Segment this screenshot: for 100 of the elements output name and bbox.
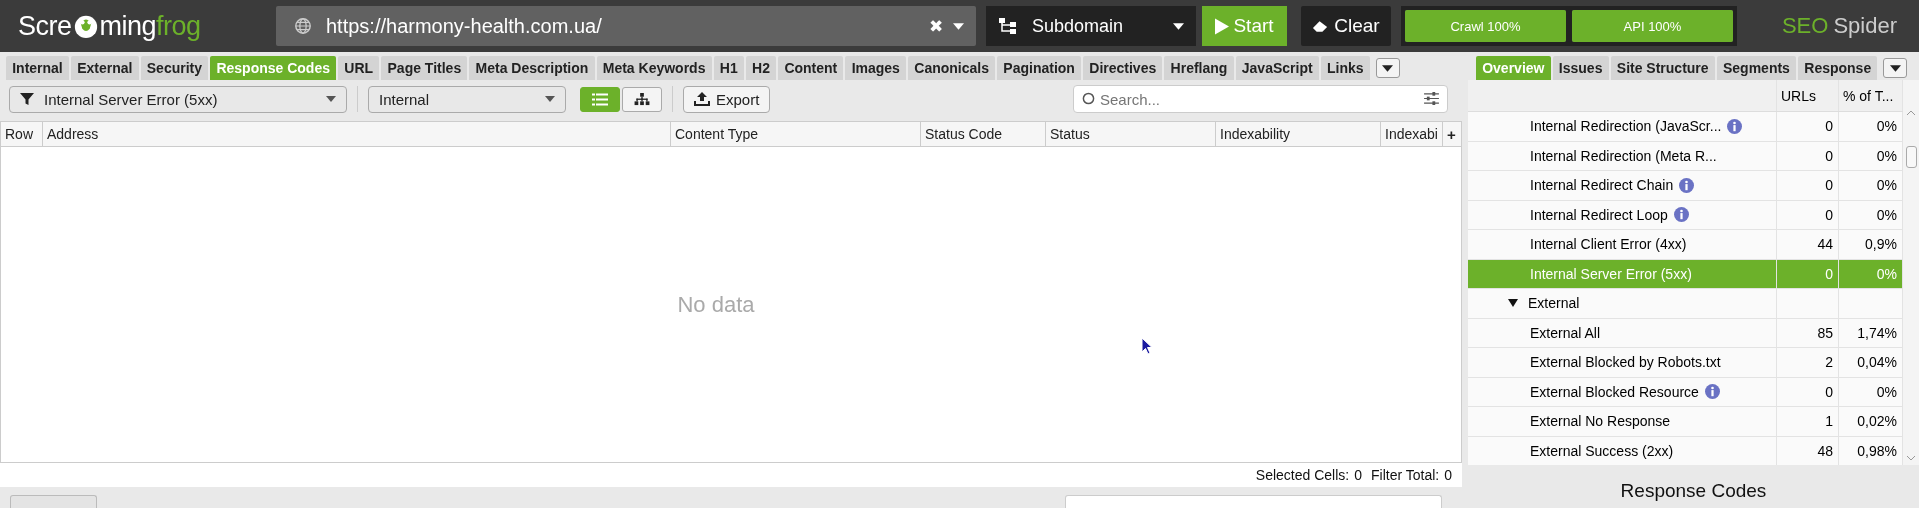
scroll-up-icon[interactable] xyxy=(1906,110,1916,116)
tab[interactable]: Pagination xyxy=(997,56,1082,80)
brand-text: Spider xyxy=(1833,13,1897,39)
progress-bar: API 100% xyxy=(1572,10,1733,42)
panel-title: Response Codes xyxy=(1619,478,1768,503)
mode-dropdown[interactable]: Subdomain xyxy=(986,6,1196,46)
tab[interactable]: Segments xyxy=(1716,56,1797,80)
row-label: External Blocked by Robots.txt xyxy=(1530,354,1721,371)
clear-button[interactable]: Clear xyxy=(1301,6,1391,46)
tab[interactable]: Content xyxy=(778,56,844,80)
tab[interactable]: Site Structure xyxy=(1610,56,1715,80)
column-header[interactable]: Status Code xyxy=(921,122,1046,146)
column-header[interactable]: Status xyxy=(1046,122,1216,146)
overview-row[interactable]: External No Response 1 0,02% xyxy=(1468,407,1903,437)
row-label: Internal Redirection (Meta R... xyxy=(1530,147,1717,164)
row-label: Internal Server Error (5xx) xyxy=(1530,265,1692,282)
table-cell: 0 xyxy=(1777,200,1839,229)
tab[interactable]: Issues xyxy=(1552,56,1609,80)
tab[interactable]: H2 xyxy=(745,56,777,80)
row-label: External No Response xyxy=(1530,413,1671,430)
tab[interactable]: Images xyxy=(845,56,907,80)
table-cell: 0 xyxy=(1777,377,1839,406)
caret-icon xyxy=(545,96,555,102)
tab[interactable]: URL xyxy=(338,56,380,80)
frog-logo-icon xyxy=(72,13,99,39)
overview-row[interactable]: Internal Redirection (Meta R... 0 0% xyxy=(1468,141,1903,171)
column-header[interactable]: Address xyxy=(43,122,671,146)
logo-text: ming xyxy=(99,10,157,42)
table-cell: 44 xyxy=(1777,230,1839,259)
sliders-icon[interactable] xyxy=(1424,92,1439,105)
more-tabs-button[interactable] xyxy=(1375,58,1400,78)
tab[interactable]: Meta Keywords xyxy=(596,56,712,80)
logo-text: Scre xyxy=(18,10,72,42)
filter-icon xyxy=(20,92,34,106)
overview-row[interactable]: External Blocked by Robots.txt 2 0,04% xyxy=(1468,348,1903,378)
column-header[interactable]: Content Type xyxy=(671,122,921,146)
url-field[interactable]: https://harmony-health.com.ua/ ✖ xyxy=(276,6,976,46)
status-value: 0 xyxy=(1444,467,1452,483)
info-icon[interactable] xyxy=(1679,177,1695,193)
tab[interactable]: External xyxy=(70,56,139,80)
tab[interactable]: Hreflang xyxy=(1164,56,1234,80)
tab[interactable]: Security xyxy=(140,56,209,80)
tab[interactable]: Directives xyxy=(1083,56,1163,80)
filter-dropdown[interactable]: Internal Server Error (5xx) xyxy=(9,85,347,113)
tab[interactable]: Canonicals xyxy=(908,56,996,80)
overview-row[interactable]: Internal Redirection (JavaScr... 0 0% xyxy=(1468,112,1903,142)
tree-view-button[interactable] xyxy=(622,86,662,112)
more-tabs-button[interactable] xyxy=(1883,58,1908,78)
overview-row[interactable]: Internal Redirect Chain 0 0% xyxy=(1468,171,1903,201)
column-header[interactable]: URLs xyxy=(1777,80,1839,111)
play-icon xyxy=(1215,17,1230,35)
tab[interactable]: JavaScript xyxy=(1235,56,1319,80)
export-button[interactable]: Export xyxy=(683,85,771,113)
scrollbar-thumb[interactable] xyxy=(1905,146,1917,168)
tab[interactable]: Links xyxy=(1320,56,1370,80)
overview-row[interactable]: External Blocked Resource 0 0% xyxy=(1468,377,1903,407)
scroll-down-icon[interactable] xyxy=(1906,455,1916,461)
scrollbar[interactable] xyxy=(1903,80,1919,465)
tab[interactable]: Internal xyxy=(6,56,69,80)
search-field[interactable]: Search... xyxy=(1073,85,1448,113)
info-icon[interactable] xyxy=(1673,207,1689,223)
overview-row[interactable]: Internal Client Error (4xx) 44 0,9% xyxy=(1468,230,1903,260)
expand-toggle-icon[interactable] xyxy=(1508,299,1518,308)
overview-row[interactable]: Internal Redirect Loop 0 0% xyxy=(1468,200,1903,230)
mouse-cursor-icon xyxy=(1141,337,1153,355)
overview-row[interactable]: External Success (2xx) 48 0,98% xyxy=(1468,436,1903,465)
status-label: Selected Cells: xyxy=(1255,467,1350,483)
table-cell: 85 xyxy=(1777,318,1839,347)
tab[interactable]: H1 xyxy=(713,56,744,80)
overview-row[interactable]: External All 85 1,74% xyxy=(1468,318,1903,348)
upload-icon xyxy=(694,92,710,106)
clear-url-button[interactable]: ✖ xyxy=(929,15,943,37)
row-label: External All xyxy=(1530,324,1601,341)
group-label[interactable]: External xyxy=(1528,295,1580,312)
scope-dropdown[interactable]: Internal xyxy=(368,85,566,113)
table-cell: 0 xyxy=(1777,112,1839,141)
caret-icon xyxy=(1889,64,1901,72)
info-icon[interactable] xyxy=(1727,118,1743,134)
table-cell: 2 xyxy=(1777,348,1839,377)
row-label: Internal Redirect Loop xyxy=(1530,206,1668,223)
bottom-field[interactable] xyxy=(1065,495,1442,508)
eraser-icon xyxy=(1312,19,1330,33)
row-label: External Success (2xx) xyxy=(1530,442,1674,459)
column-header[interactable]: Indexability xyxy=(1216,122,1381,146)
tab[interactable]: Page Titles xyxy=(381,56,468,80)
row-label: Internal Redirection (JavaScr... xyxy=(1530,118,1722,135)
table-cell: 1 xyxy=(1777,407,1839,436)
info-icon[interactable] xyxy=(1704,384,1720,400)
progress-bar: Crawl 100% xyxy=(1405,10,1566,42)
hierarchy-icon xyxy=(998,17,1018,35)
table-cell: 0 xyxy=(1777,141,1839,170)
empty-message: No data xyxy=(677,291,755,318)
column-header[interactable]: Row xyxy=(1,122,43,146)
table-cell: 0 xyxy=(1777,259,1839,288)
tab[interactable]: Meta Description xyxy=(469,56,595,80)
caret-icon[interactable] xyxy=(953,22,964,30)
tab[interactable]: Response xyxy=(1798,56,1878,80)
status-label: Filter Total: xyxy=(1371,467,1440,483)
row-label: Internal Client Error (4xx) xyxy=(1530,236,1687,253)
globe-icon xyxy=(294,17,312,35)
